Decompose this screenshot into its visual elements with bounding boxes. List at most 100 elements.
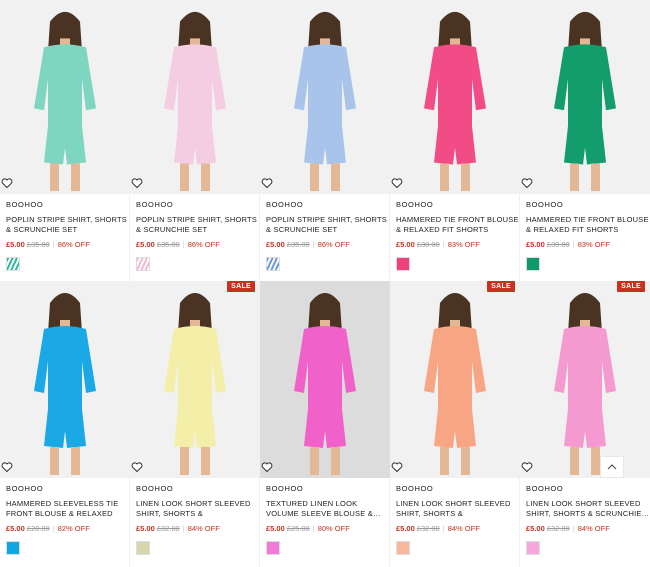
discount-label: 84% OFF (187, 524, 220, 533)
product-price: £5.00 £35.00 | 86% OFF (6, 240, 129, 249)
heart-icon (521, 462, 533, 473)
product-info: BOOHOO LINEN LOOK SHORT SLEEVED SHIRT, S… (390, 478, 519, 555)
product-info: BOOHOO HAMMERED TIE FRONT BLOUSE & RELAX… (520, 194, 650, 271)
wishlist-button[interactable] (1, 461, 13, 473)
product-image[interactable] (260, 281, 390, 478)
heart-icon (391, 462, 403, 473)
price-separator: | (312, 240, 315, 249)
current-price: £5.00 (266, 240, 285, 249)
product-brand: BOOHOO (6, 200, 44, 209)
wishlist-button[interactable] (131, 461, 143, 473)
product-brand: BOOHOO (526, 484, 564, 493)
product-image[interactable]: SALE (130, 281, 260, 478)
wishlist-button[interactable] (131, 177, 143, 189)
product-image[interactable] (520, 0, 650, 194)
product-card[interactable]: BOOHOO POPLIN STRIPE SHIRT, SHORTS & SCR… (260, 0, 390, 281)
product-title[interactable]: HAMMERED TIE FRONT BLOUSE & RELAXED FIT … (396, 215, 519, 235)
product-info: BOOHOO HAMMERED TIE FRONT BLOUSE & RELAX… (390, 194, 519, 271)
product-card[interactable]: SALE BOOHOO LINEN LOOK SHORT SLEEVED SHI… (130, 281, 260, 567)
product-info: BOOHOO LINEN LOOK SHORT SLEEVED SHIRT, S… (130, 478, 259, 555)
product-brand: BOOHOO (396, 484, 434, 493)
color-swatch[interactable] (266, 257, 280, 271)
product-brand: BOOHOO (266, 200, 304, 209)
original-price: £30.00 (546, 240, 570, 249)
current-price: £5.00 (396, 524, 415, 533)
product-image[interactable] (260, 0, 390, 194)
product-title[interactable]: LINEN LOOK SHORT SLEEVED SHIRT, SHORTS &… (136, 499, 259, 519)
color-swatch[interactable] (526, 541, 540, 555)
product-title[interactable]: POPLIN STRIPE SHIRT, SHORTS & SCRUNCHIE … (6, 215, 129, 235)
discount-label: 86% OFF (317, 240, 350, 249)
price-separator: | (182, 240, 185, 249)
discount-label: 80% OFF (317, 524, 350, 533)
current-price: £5.00 (396, 240, 415, 249)
color-swatch[interactable] (396, 541, 410, 555)
product-title[interactable]: HAMMERED SLEEVELESS TIE FRONT BLOUSE & R… (6, 499, 129, 519)
product-price: £5.00 £30.00 | 83% OFF (396, 240, 519, 249)
current-price: £5.00 (526, 240, 545, 249)
color-swatch[interactable] (266, 541, 280, 555)
product-info: BOOHOO POPLIN STRIPE SHIRT, SHORTS & SCR… (0, 194, 129, 271)
color-swatch[interactable] (6, 541, 20, 555)
color-swatch[interactable] (396, 257, 410, 271)
product-price: £5.00 £30.00 | 83% OFF (526, 240, 650, 249)
wishlist-button[interactable] (1, 177, 13, 189)
original-price: £25.00 (286, 524, 310, 533)
original-price: £32.00 (416, 524, 440, 533)
product-row: BOOHOO POPLIN STRIPE SHIRT, SHORTS & SCR… (0, 0, 650, 281)
product-card[interactable]: BOOHOO HAMMERED TIE FRONT BLOUSE & RELAX… (520, 0, 650, 281)
product-card[interactable]: BOOHOO POPLIN STRIPE SHIRT, SHORTS & SCR… (130, 0, 260, 281)
discount-label: 86% OFF (187, 240, 220, 249)
product-brand: BOOHOO (136, 200, 174, 209)
product-image[interactable]: SALE (390, 281, 520, 478)
product-row: BOOHOO HAMMERED SLEEVELESS TIE FRONT BLO… (0, 281, 650, 567)
wishlist-button[interactable] (521, 177, 533, 189)
heart-icon (131, 462, 143, 473)
color-swatch[interactable] (526, 257, 540, 271)
price-separator: | (572, 240, 575, 249)
current-price: £5.00 (266, 524, 285, 533)
product-card[interactable]: BOOHOO TEXTURED LINEN LOOK VOLUME SLEEVE… (260, 281, 390, 567)
product-title[interactable]: LINEN LOOK SHORT SLEEVED SHIRT, SHORTS &… (526, 499, 650, 519)
product-title[interactable]: HAMMERED TIE FRONT BLOUSE & RELAXED FIT … (526, 215, 650, 235)
discount-label: 83% OFF (577, 240, 610, 249)
product-card[interactable]: SALE BOOHOO LINEN LOOK SHORT SLEEVED SHI… (520, 281, 650, 567)
product-card[interactable]: BOOHOO POPLIN STRIPE SHIRT, SHORTS & SCR… (0, 0, 130, 281)
heart-icon (261, 462, 273, 473)
heart-icon (131, 178, 143, 189)
product-price: £5.00 £32.00 | 84% OFF (136, 524, 259, 533)
color-swatch[interactable] (136, 541, 150, 555)
heart-icon (1, 178, 13, 189)
product-price: £5.00 £32.00 | 84% OFF (526, 524, 650, 533)
wishlist-button[interactable] (391, 177, 403, 189)
current-price: £5.00 (6, 524, 25, 533)
product-image[interactable] (0, 281, 130, 478)
product-brand: BOOHOO (396, 200, 434, 209)
discount-label: 83% OFF (447, 240, 480, 249)
discount-label: 84% OFF (447, 524, 480, 533)
product-price: £5.00 £35.00 | 86% OFF (136, 240, 259, 249)
product-info: BOOHOO LINEN LOOK SHORT SLEEVED SHIRT, S… (520, 478, 650, 555)
product-card[interactable]: BOOHOO HAMMERED SLEEVELESS TIE FRONT BLO… (0, 281, 130, 567)
product-title[interactable]: LINEN LOOK SHORT SLEEVED SHIRT, SHORTS &… (396, 499, 519, 519)
wishlist-button[interactable] (261, 461, 273, 473)
original-price: £32.00 (156, 524, 180, 533)
product-title[interactable]: POPLIN STRIPE SHIRT, SHORTS & SCRUNCHIE … (266, 215, 389, 235)
product-image[interactable] (0, 0, 130, 194)
heart-icon (391, 178, 403, 189)
color-swatch[interactable] (136, 257, 150, 271)
product-brand: BOOHOO (266, 484, 304, 493)
product-card[interactable]: BOOHOO HAMMERED TIE FRONT BLOUSE & RELAX… (390, 0, 520, 281)
product-title[interactable]: POPLIN STRIPE SHIRT, SHORTS & SCRUNCHIE … (136, 215, 259, 235)
product-card[interactable]: SALE BOOHOO LINEN LOOK SHORT SLEEVED SHI… (390, 281, 520, 567)
wishlist-button[interactable] (261, 177, 273, 189)
sale-badge: SALE (227, 281, 255, 292)
color-swatch[interactable] (6, 257, 20, 271)
wishlist-button[interactable] (521, 461, 533, 473)
product-image[interactable]: SALE (520, 281, 650, 478)
wishlist-button[interactable] (391, 461, 403, 473)
product-title[interactable]: TEXTURED LINEN LOOK VOLUME SLEEVE BLOUSE… (266, 499, 389, 519)
product-image[interactable] (130, 0, 260, 194)
product-image[interactable] (390, 0, 520, 194)
back-to-top-button[interactable] (600, 456, 624, 478)
